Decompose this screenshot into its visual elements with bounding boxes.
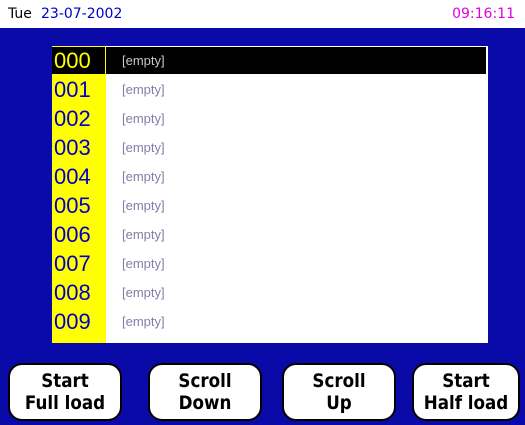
date-label: 23-07-2002 (41, 6, 123, 22)
list-item[interactable]: 003 [empty] (52, 133, 488, 162)
list-item[interactable]: 008 [empty] (52, 278, 488, 307)
list-item-label: [empty] (122, 53, 165, 68)
list-item-label: [empty] (122, 314, 165, 329)
scroll-up-button[interactable]: Scroll Up (282, 363, 396, 421)
button-label-line2: Up (326, 392, 352, 414)
list-item-label: [empty] (122, 82, 165, 97)
button-label-line2: Down (178, 392, 232, 414)
status-bar: Tue 23-07-2002 09:16:11 (0, 0, 525, 28)
button-label-line2: Full load (24, 392, 106, 414)
list-item[interactable]: 001 [empty] (52, 75, 488, 104)
list-item[interactable]: 006 [empty] (52, 220, 488, 249)
list-item-label: [empty] (122, 198, 165, 213)
list-item-label: [empty] (122, 169, 165, 184)
list-item[interactable]: 004 [empty] (52, 162, 488, 191)
button-label-line1: Start (41, 370, 89, 392)
list-item[interactable]: 009 [empty] (52, 307, 488, 336)
list-item-label: [empty] (122, 256, 165, 271)
list-item[interactable]: 000 [empty] (52, 46, 488, 75)
list-item-number: 008 (54, 280, 91, 305)
list-item-number: 004 (54, 164, 91, 189)
day-label: Tue (8, 6, 32, 22)
list-item-label: [empty] (122, 227, 165, 242)
button-label-line1: Scroll (312, 370, 366, 392)
button-label-line1: Scroll (178, 370, 232, 392)
list-item[interactable]: 005 [empty] (52, 191, 488, 220)
list-item-number: 009 (54, 309, 91, 334)
button-label-line1: Start (442, 370, 490, 392)
scroll-down-button[interactable]: Scroll Down (148, 363, 262, 421)
program-list[interactable]: 000 [empty] 001 [empty] 002 [empty] 003 … (52, 46, 488, 343)
list-item-label: [empty] (122, 111, 165, 126)
button-label-line2: Half load (423, 392, 509, 414)
list-item-number: 000 (54, 48, 91, 73)
list-item-number: 007 (54, 251, 91, 276)
list-item[interactable]: 007 [empty] (52, 249, 488, 278)
list-item-label: [empty] (122, 140, 165, 155)
list-item-number: 002 (54, 106, 91, 131)
list-item[interactable]: 002 [empty] (52, 104, 488, 133)
list-item-number: 005 (54, 193, 91, 218)
time-label: 09:16:11 (452, 6, 515, 22)
list-item-number: 001 (54, 77, 91, 102)
start-half-load-button[interactable]: Start Half load (412, 363, 520, 421)
list-item-number: 003 (54, 135, 91, 160)
list-item-label: [empty] (122, 285, 165, 300)
start-full-load-button[interactable]: Start Full load (8, 363, 122, 421)
main-screen: 000 [empty] 001 [empty] 002 [empty] 003 … (0, 28, 525, 425)
list-item-number: 006 (54, 222, 91, 247)
